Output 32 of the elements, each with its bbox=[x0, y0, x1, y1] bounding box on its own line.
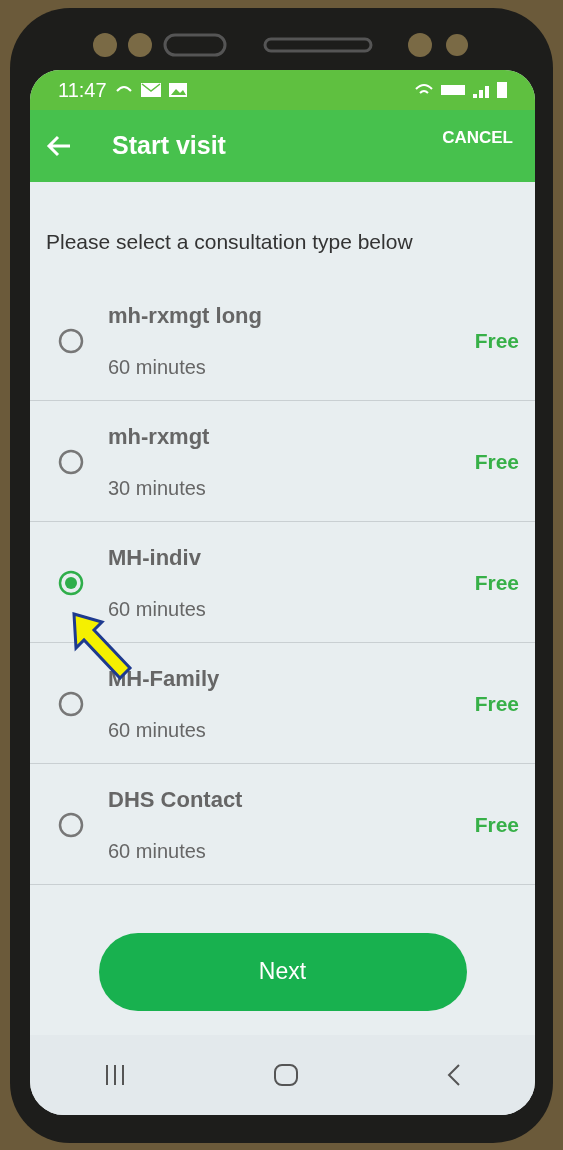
screen-title: Start visit bbox=[112, 130, 227, 162]
radio-button[interactable] bbox=[58, 327, 84, 354]
speaker-icon bbox=[262, 37, 373, 53]
option-price: Free bbox=[474, 327, 519, 354]
option-price: Free bbox=[474, 569, 519, 596]
option-duration: 60 minutes bbox=[108, 839, 207, 864]
option-name: MH-Family bbox=[108, 665, 221, 693]
home-icon[interactable] bbox=[273, 1063, 300, 1087]
option-price: Free bbox=[474, 448, 519, 475]
radio-button[interactable] bbox=[58, 811, 84, 838]
option-duration: 60 minutes bbox=[108, 597, 207, 622]
option-name: mh-rxmgt long bbox=[108, 302, 263, 330]
battery-icon bbox=[497, 82, 507, 98]
status-time: 11:47 bbox=[58, 78, 107, 103]
next-button[interactable]: Next bbox=[98, 932, 467, 1011]
radio-button[interactable] bbox=[58, 569, 84, 596]
option-name: mh-rxmgt bbox=[108, 423, 211, 451]
radio-button[interactable] bbox=[58, 690, 84, 717]
option-name: DHS Contact bbox=[108, 786, 244, 814]
option-price: Free bbox=[474, 811, 519, 838]
mail-icon bbox=[140, 83, 161, 97]
instruction-text: Please select a consultation type below bbox=[45, 229, 414, 255]
option-duration: 60 minutes bbox=[108, 718, 207, 743]
option-duration: 60 minutes bbox=[108, 355, 207, 380]
option-price: Free bbox=[474, 690, 519, 717]
option-duration: 30 minutes bbox=[108, 476, 207, 501]
back-icon[interactable] bbox=[46, 135, 72, 157]
option-name: MH-indiv bbox=[108, 544, 202, 572]
image-icon bbox=[168, 83, 187, 97]
radio-button[interactable] bbox=[58, 448, 84, 475]
back-nav-icon[interactable] bbox=[445, 1063, 462, 1087]
cancel-button[interactable]: CANCEL bbox=[436, 124, 519, 152]
